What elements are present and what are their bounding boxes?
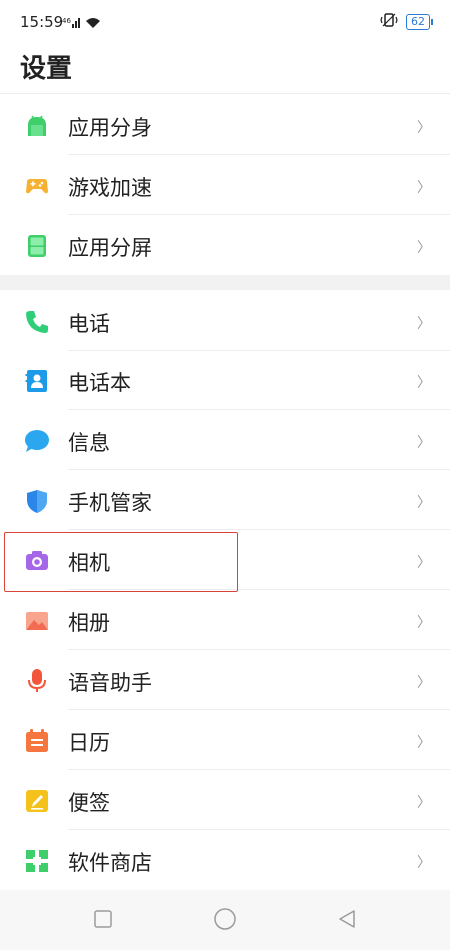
settings-item-app-store[interactable]: 软件商店 〉	[0, 831, 450, 890]
chevron-right-icon: 〉	[417, 675, 431, 691]
settings-item-calendar[interactable]: 日历 〉	[0, 711, 450, 770]
settings-item-label: 信息	[68, 431, 110, 455]
split-screen-icon	[24, 233, 50, 259]
battery-indicator: 62	[406, 13, 433, 30]
status-time: 15:59	[20, 13, 64, 31]
settings-item-label: 日历	[68, 731, 110, 755]
chevron-right-icon: 〉	[417, 180, 431, 196]
settings-item-app-clone[interactable]: 应用分身 〉	[0, 96, 450, 155]
settings-item-label: 电话本	[68, 371, 131, 395]
settings-item-contacts[interactable]: 电话本 〉	[0, 351, 450, 410]
row-divider	[68, 409, 450, 410]
settings-item-label: 软件商店	[68, 851, 152, 875]
settings-item-notes[interactable]: 便签 〉	[0, 771, 450, 830]
chevron-right-icon: 〉	[417, 375, 431, 391]
svg-text:46: 46	[62, 17, 71, 25]
settings-item-messages[interactable]: 信息 〉	[0, 411, 450, 470]
page-title: 设置	[20, 54, 73, 84]
settings-item-voice-assistant[interactable]: 语音助手 〉	[0, 651, 450, 710]
row-divider	[68, 214, 450, 215]
row-divider	[68, 829, 450, 830]
chevron-right-icon: 〉	[417, 795, 431, 811]
back-button[interactable]	[337, 909, 357, 933]
home-button[interactable]	[213, 908, 237, 935]
navigation-bar	[0, 890, 450, 950]
chevron-right-icon: 〉	[417, 435, 431, 451]
settings-item-label: 应用分身	[68, 116, 152, 140]
gallery-icon	[24, 608, 50, 634]
header-divider	[0, 93, 450, 94]
settings-item-game-boost[interactable]: 游戏加速 〉	[0, 156, 450, 215]
microphone-icon	[24, 668, 50, 694]
signal-icon: 46	[62, 14, 102, 33]
settings-item-label: 电话	[68, 312, 110, 336]
row-divider	[68, 769, 450, 770]
chevron-right-icon: 〉	[417, 495, 431, 511]
message-icon	[24, 428, 50, 454]
app-store-icon	[24, 848, 50, 874]
notes-icon	[24, 788, 50, 814]
settings-item-label: 应用分屏	[68, 236, 152, 260]
chevron-right-icon: 〉	[417, 120, 431, 136]
chevron-right-icon: 〉	[417, 316, 431, 332]
settings-item-split-screen[interactable]: 应用分屏 〉	[0, 216, 450, 275]
settings-item-phone[interactable]: 电话 〉	[0, 292, 450, 351]
vibrate-icon	[380, 12, 398, 31]
row-divider	[68, 154, 450, 155]
row-divider	[68, 529, 450, 530]
calendar-icon	[24, 728, 50, 754]
section-separator	[0, 275, 450, 290]
contacts-icon	[24, 368, 50, 394]
chevron-right-icon: 〉	[417, 615, 431, 631]
settings-item-label: 手机管家	[68, 491, 152, 515]
chevron-right-icon: 〉	[417, 735, 431, 751]
row-divider	[68, 469, 450, 470]
chevron-right-icon: 〉	[417, 555, 431, 571]
row-divider	[68, 709, 450, 710]
android-clone-icon	[24, 113, 50, 139]
shield-icon	[24, 488, 50, 514]
settings-item-label: 便签	[68, 791, 110, 815]
recent-apps-button[interactable]	[93, 909, 113, 933]
settings-item-phone-manager[interactable]: 手机管家 〉	[0, 471, 450, 530]
settings-item-label: 游戏加速	[68, 176, 152, 200]
settings-item-label: 相册	[68, 611, 110, 635]
status-bar: 15:59 46 62	[0, 0, 450, 40]
settings-item-gallery[interactable]: 相册 〉	[0, 591, 450, 650]
phone-icon	[24, 309, 50, 335]
row-divider	[68, 649, 450, 650]
chevron-right-icon: 〉	[417, 855, 431, 871]
chevron-right-icon: 〉	[417, 240, 431, 256]
settings-item-label: 语音助手	[68, 671, 152, 695]
highlight-box	[4, 532, 238, 592]
gamepad-icon	[24, 173, 50, 199]
